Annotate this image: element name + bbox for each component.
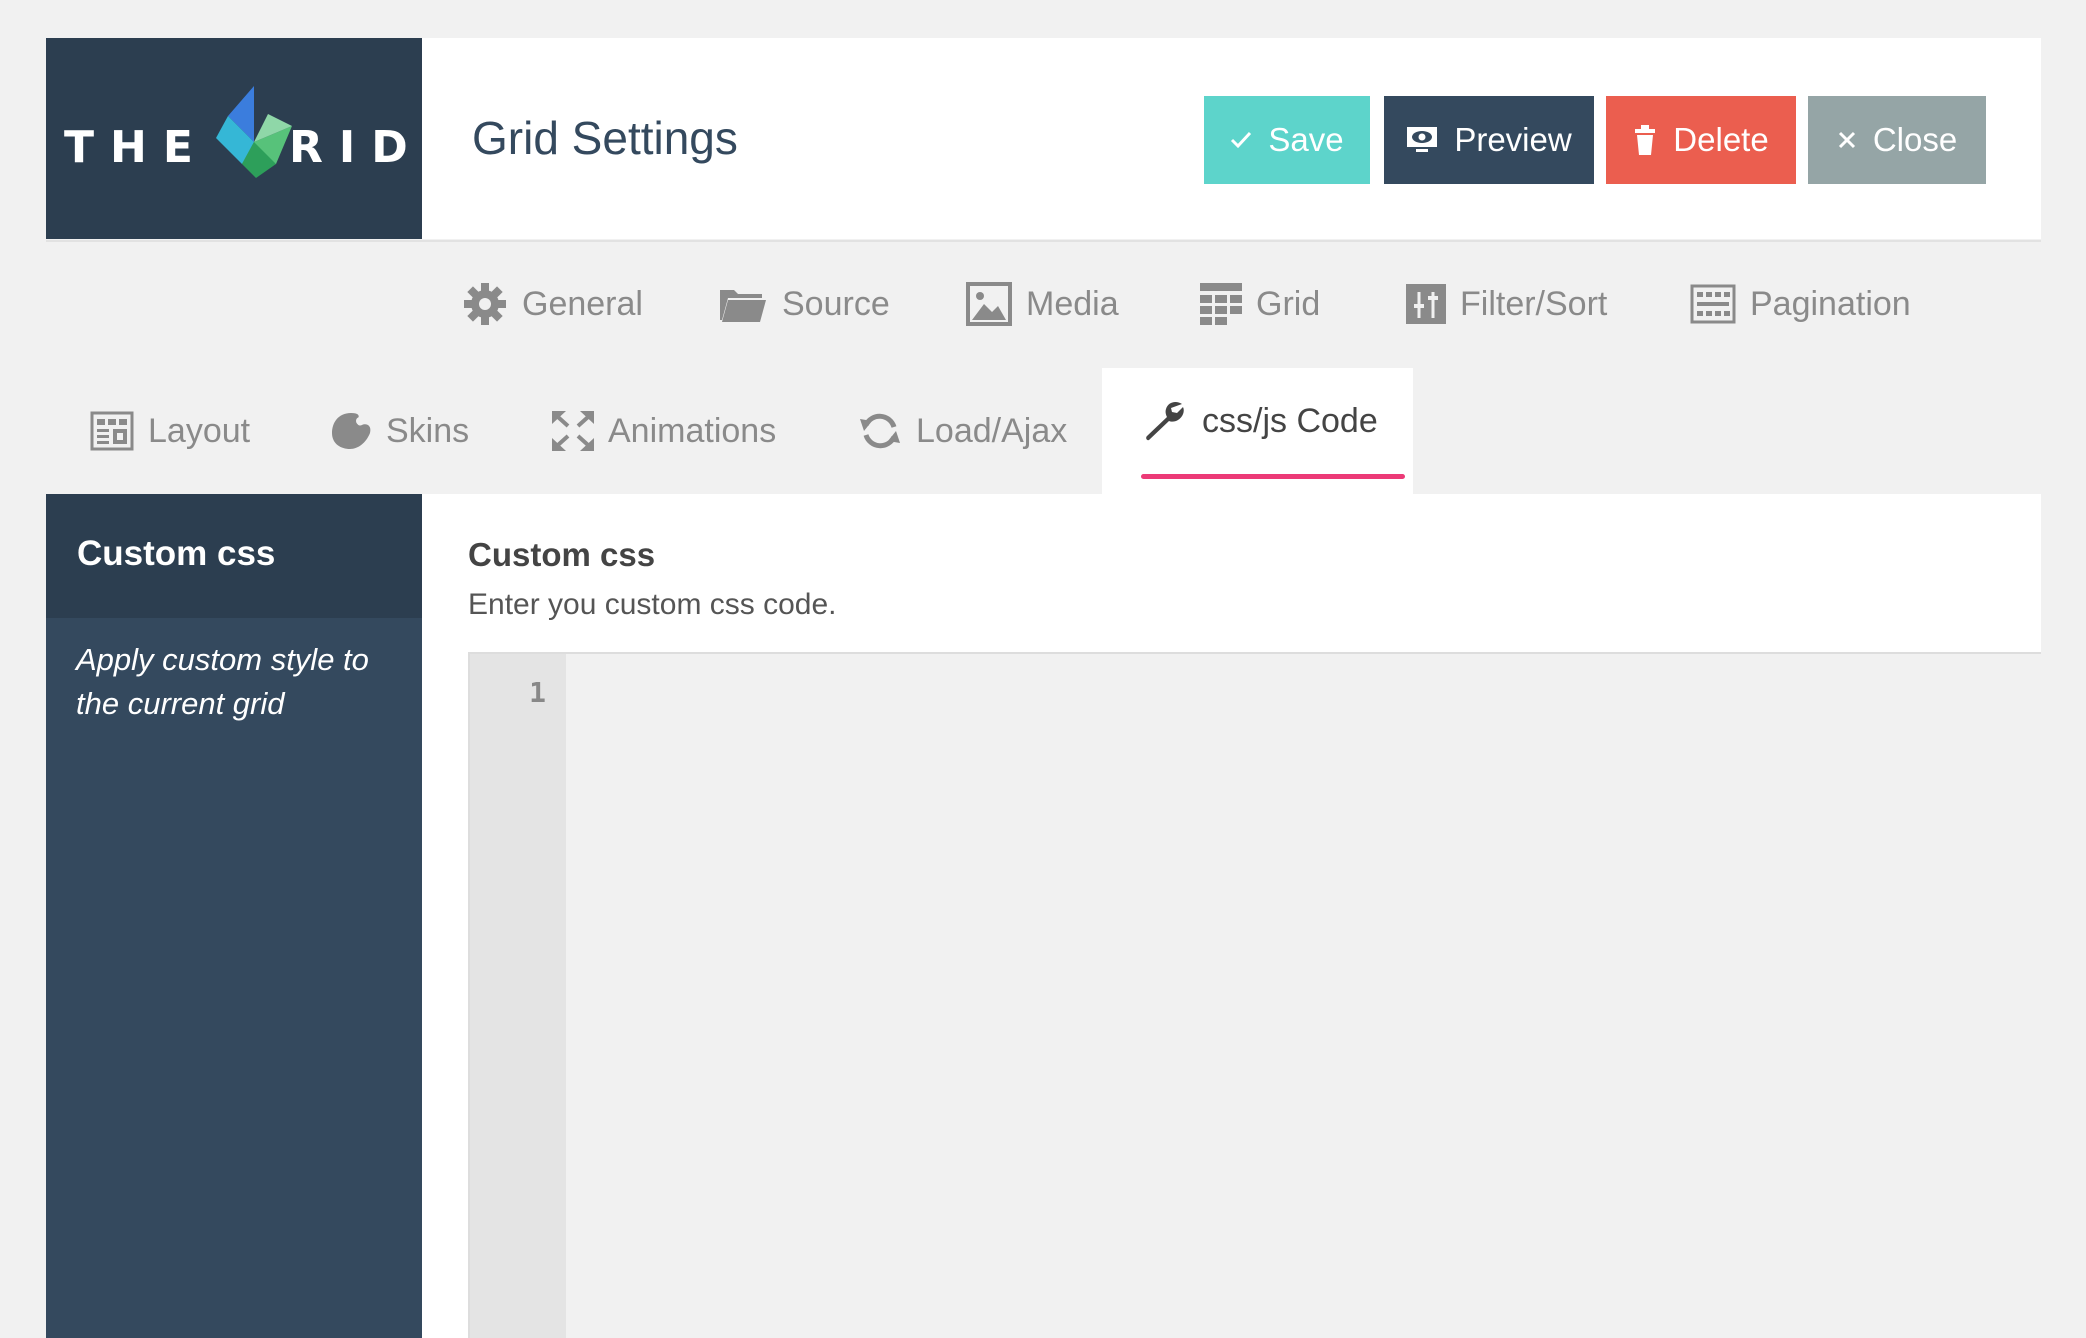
save-button[interactable]: Save [1204,96,1370,184]
sidebar-description: Apply custom style to the current grid [76,642,369,721]
line-number: 1 [529,676,546,709]
tab-general[interactable]: General [462,274,643,334]
tab-css-js-code[interactable]: css/js Code [1102,368,1413,494]
tab-skins-label: Skins [386,411,470,450]
tab-filter-sort[interactable]: Filter/Sort [1406,274,1607,334]
css-code-editor[interactable]: 1 [468,652,2041,1338]
tab-animations[interactable]: Animations [552,401,776,461]
layout-icon [90,411,134,451]
save-button-label: Save [1268,121,1344,158]
tab-media-label: Media [1026,284,1119,323]
sidebar [46,494,422,1338]
tab-animations-label: Animations [608,411,777,450]
tab-general-label: General [522,284,643,323]
tab-skins[interactable]: Skins [330,401,469,461]
tab-grid-label: Grid [1256,284,1321,323]
trash-icon [1635,125,1656,155]
tab-load-ajax-label: Load/Ajax [916,411,1068,450]
editor-code-area[interactable] [566,654,2041,1338]
tab-filter-sort-label: Filter/Sort [1460,284,1608,323]
logo-mark-icon [216,86,292,178]
preview-button[interactable]: Preview [1384,96,1594,184]
tab-source-label: Source [782,284,890,323]
gear-icon [464,283,506,325]
section-description: Enter you custom css code. [468,588,837,621]
check-icon [1231,131,1252,149]
section-title: Custom css [468,536,656,573]
delete-button[interactable]: Delete [1606,96,1796,184]
logo-text-left: THE [64,122,209,173]
folder-icon [720,290,766,322]
logo-text-right: RID [289,122,424,173]
sliders-icon [1406,284,1446,324]
monitor-eye-icon [1407,127,1438,152]
tab-source[interactable]: Source [718,274,890,334]
page-title: Grid Settings [472,112,738,164]
palette-icon [332,413,371,449]
image-icon [966,282,1012,326]
refresh-icon [860,413,900,449]
tab-layout-label: Layout [148,411,251,450]
editor-gutter: 1 [470,654,566,1338]
sidebar-title: Custom css [77,534,276,573]
active-tab-indicator [1141,474,1405,479]
grid-icon [1200,283,1242,325]
sidebar-header: Custom css [46,494,422,618]
close-button-label: Close [1872,121,1958,158]
wrench-icon [1146,401,1184,441]
preview-button-label: Preview [1454,121,1572,158]
tab-layout[interactable]: Layout [90,401,250,461]
tab-pagination[interactable]: Pagination [1690,274,1911,334]
tab-media[interactable]: Media [966,274,1119,334]
close-button[interactable]: Close [1808,96,1986,184]
pagination-icon [1690,284,1736,324]
tab-grid[interactable]: Grid [1200,274,1320,334]
tab-pagination-label: Pagination [1750,284,1911,323]
delete-button-label: Delete [1673,121,1769,158]
expand-icon [552,411,594,451]
close-icon [1838,131,1855,149]
tab-load-ajax[interactable]: Load/Ajax [858,401,1067,461]
logo: THE RID [46,38,422,239]
tab-css-js-code-label: css/js Code [1202,401,1378,440]
